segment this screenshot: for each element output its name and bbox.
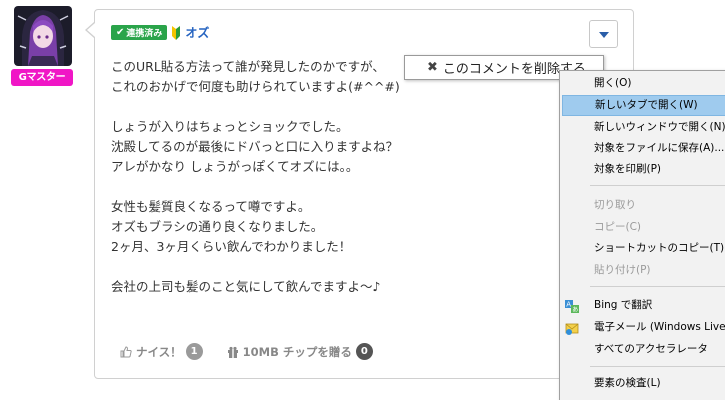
- linked-badge: ✔ 連携済み: [111, 25, 168, 40]
- thumbs-up-icon: [120, 345, 132, 357]
- comment-line: 2ヶ月、3ヶ月くらい飲んでわかりました！: [111, 239, 352, 254]
- ctx-separator: [590, 366, 725, 367]
- ctx-copy-shortcut[interactable]: ショートカットのコピー(T): [562, 238, 725, 259]
- ctx-open[interactable]: 開く(O): [562, 73, 725, 94]
- user-avatar[interactable]: [14, 6, 72, 66]
- comment-line: [111, 97, 591, 117]
- comment-line: しょうが入りはちょっとショックでした。: [111, 119, 349, 134]
- ctx-save-target[interactable]: 対象をファイルに保存(A)...: [562, 138, 725, 159]
- ctx-bing-translate[interactable]: Bing で翻訳: [562, 295, 725, 316]
- close-icon: ✖: [427, 60, 438, 75]
- ctx-paste: 貼り付け(P): [594, 264, 651, 276]
- comment-menu-toggle[interactable]: [589, 20, 618, 48]
- comment-line: オズもブラシの通り良くなりました。: [111, 219, 324, 234]
- nice-label: ナイス！: [136, 344, 182, 359]
- ctx-all-accelerators[interactable]: すべてのアクセラレータ: [562, 339, 725, 360]
- ctx-print-target[interactable]: 対象を印刷(P): [562, 159, 725, 180]
- ctx-open-new-tab[interactable]: 新しいタブで開く(W): [562, 95, 725, 116]
- chip-count: 0: [355, 343, 373, 360]
- browser-context-menu: 開く(O) 新しいタブで開く(W) 新しいウィンドウで開く(N) 対象をファイル…: [559, 70, 725, 400]
- ctx-separator: [590, 286, 725, 287]
- comment-meta: ✔ 連携済み オズ: [111, 24, 209, 41]
- linked-badge-label: 連携済み: [126, 29, 163, 39]
- nice-count: 1: [185, 343, 203, 360]
- comment-line: アレがかなり しょうがっぽくてオズには。。: [111, 159, 359, 174]
- caret-down-icon: [599, 32, 609, 38]
- username-link[interactable]: オズ: [185, 24, 209, 41]
- gift-icon: [227, 346, 238, 358]
- comment-line: [111, 177, 591, 197]
- ctx-inspect-element[interactable]: 要素の検査(L): [562, 373, 725, 394]
- comment-line: 会社の上司も髪のこと気にして飲んでますよ〜♪: [111, 279, 381, 294]
- check-icon: ✔: [116, 27, 125, 38]
- chip-label: 10MB チップを贈る: [242, 344, 352, 359]
- email-icon: [565, 323, 579, 335]
- nice-button[interactable]: ナイス！ 1: [120, 343, 203, 360]
- chip-gift-button[interactable]: 10MB チップを贈る 0: [227, 343, 373, 360]
- comment-body: このURL貼る方法って誰が発見したのかですが、 これのおかげで何度も助けられてい…: [111, 57, 591, 297]
- svg-text:あ: あ: [572, 307, 578, 314]
- svg-text:A: A: [566, 301, 571, 309]
- comment-line: これのおかげで何度も助けられていますよ(#^^#): [111, 79, 400, 94]
- ctx-separator: [590, 185, 725, 186]
- ctx-open-new-window[interactable]: 新しいウィンドウで開く(N): [562, 117, 725, 138]
- rank-badge: Gマスター: [11, 69, 73, 86]
- beginner-mark-icon: [172, 25, 181, 40]
- ctx-copy: コピー(C): [594, 221, 642, 233]
- translate-icon: A あ: [565, 300, 579, 314]
- ctx-email[interactable]: 電子メール (Windows Live: [562, 317, 725, 338]
- comment-line: 女性も髪質良くなるって噂ですよ。: [111, 199, 311, 214]
- comment-line: [111, 257, 591, 277]
- ctx-cut: 切り取り: [594, 199, 636, 211]
- comment-line: 沈殿してるのが最後にドバっと口に入りますよね？: [111, 139, 399, 154]
- card-pointer-fill: [87, 23, 95, 37]
- comment-actions: ナイス！ 1 10MB チップを贈る 0: [120, 343, 373, 360]
